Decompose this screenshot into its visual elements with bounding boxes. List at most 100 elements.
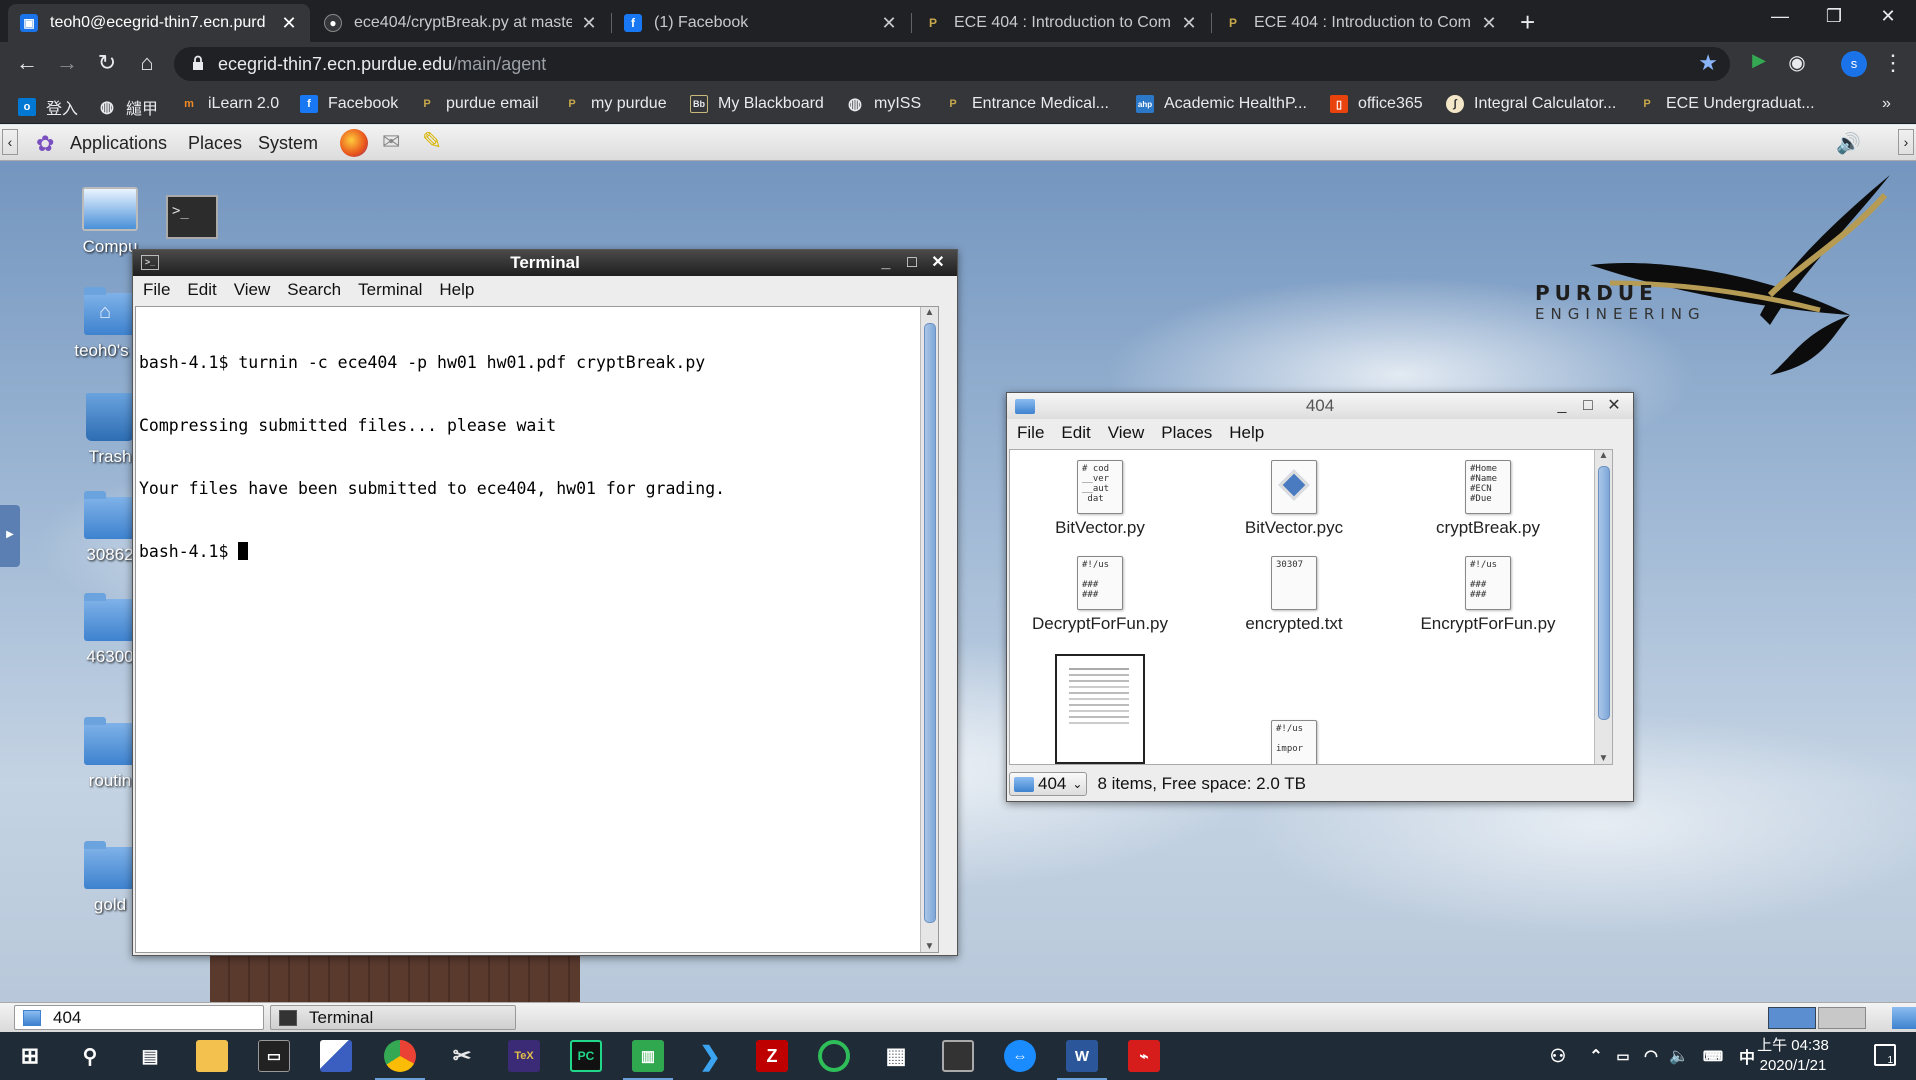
menu-help[interactable]: Help xyxy=(1229,423,1264,443)
bookmark-item[interactable]: ahp Academic HealthP... xyxy=(1136,95,1307,113)
file-view-scrollbar[interactable]: ▲ ▼ xyxy=(1594,450,1612,764)
address-bar[interactable]: ecegrid-thin7.ecn.purdue.edu/main/agent … xyxy=(174,47,1730,81)
bookmark-item[interactable]: P Entrance Medical... xyxy=(944,95,1109,113)
bookmark-item[interactable]: ▯ office365 xyxy=(1330,95,1423,113)
bookmark-item[interactable]: Bb My Blackboard xyxy=(690,95,824,113)
bookmarks-overflow-icon[interactable]: » xyxy=(1882,95,1891,113)
file-item[interactable]: #!/us impor xyxy=(1204,720,1384,764)
volume-icon[interactable]: 🔊 xyxy=(1836,131,1861,156)
close-icon[interactable]: ✕ xyxy=(927,250,949,276)
windows-start-icon[interactable]: ⊞ xyxy=(14,1040,46,1072)
volume-icon[interactable]: 🔈 xyxy=(1668,1040,1690,1072)
close-tab-icon[interactable]: ✕ xyxy=(280,13,298,34)
file-item[interactable]: 30307 encrypted.txt xyxy=(1204,556,1384,634)
tab-facebook[interactable]: f (1) Facebook ✕ xyxy=(612,4,910,42)
file-item[interactable]: BitVector.pyc xyxy=(1204,460,1384,538)
terminal-scrollbar[interactable]: ▲ ▼ xyxy=(920,307,938,952)
notes-icon[interactable]: ✎ xyxy=(422,127,442,156)
taskbar-button-terminal[interactable]: Terminal xyxy=(270,1005,516,1030)
menu-view[interactable]: View xyxy=(1108,423,1145,443)
location-dropdown[interactable]: 404 ⌄ xyxy=(1009,772,1088,796)
tab-ece404-2[interactable]: P ECE 404 : Introduction to Comp ✕ xyxy=(1212,4,1510,42)
terminal-taskbar-icon[interactable]: ▭ xyxy=(258,1040,290,1072)
more-menu-icon[interactable]: ⋮ xyxy=(1878,50,1908,76)
word-icon[interactable]: W xyxy=(1057,1040,1107,1080)
battery-icon[interactable]: ▭ xyxy=(1612,1040,1634,1072)
home-icon[interactable]: ⌂ xyxy=(132,50,162,76)
close-tab-icon[interactable]: ✕ xyxy=(1180,13,1198,34)
tab-ece404-1[interactable]: P ECE 404 : Introduction to Comp ✕ xyxy=(912,4,1210,42)
file-item[interactable]: #!/us ### ### EncryptForFun.py xyxy=(1398,556,1578,634)
file-manager-titlebar[interactable]: 404 _ □ ✕ xyxy=(1007,393,1633,419)
scroll-down-icon[interactable]: ▼ xyxy=(1595,753,1612,764)
menu-places[interactable]: Places xyxy=(1161,423,1212,443)
side-drawer-handle[interactable]: ▶ xyxy=(0,505,20,567)
filezilla-icon[interactable]: Z xyxy=(756,1040,788,1072)
menu-file[interactable]: File xyxy=(1017,423,1044,443)
trash-applet-icon[interactable] xyxy=(1892,1007,1916,1029)
places-menu[interactable]: Places xyxy=(188,133,242,154)
notification-icon[interactable]: 1 xyxy=(1874,1044,1896,1066)
bookmark-item[interactable]: f Facebook xyxy=(300,95,398,113)
scroll-up-icon[interactable]: ▲ xyxy=(921,307,938,318)
calculator-icon[interactable]: ▦ xyxy=(880,1040,912,1072)
close-icon[interactable]: ✕ xyxy=(1603,393,1625,419)
terminal-output[interactable]: bash-4.1$ turnin -c ece404 -p hw01 hw01.… xyxy=(135,306,939,953)
scrollbar-thumb[interactable] xyxy=(1598,466,1610,720)
menu-terminal[interactable]: Terminal xyxy=(358,280,422,300)
firefox-icon[interactable] xyxy=(340,129,368,157)
maximize-icon[interactable]: □ xyxy=(901,250,923,276)
applications-menu[interactable]: Applications xyxy=(70,133,167,154)
close-tab-icon[interactable]: ✕ xyxy=(1480,13,1498,34)
vscode-icon[interactable]: ❯ xyxy=(694,1040,726,1072)
wifi-icon[interactable]: ◠ xyxy=(1640,1040,1662,1072)
chrome-icon[interactable] xyxy=(375,1040,425,1080)
panel-left-arrow-icon[interactable]: ‹ xyxy=(2,129,18,155)
acrobat-icon[interactable]: ⌁ xyxy=(1128,1040,1160,1072)
bookmark-item[interactable]: Pmy purdue xyxy=(563,95,666,113)
texworks-icon[interactable]: TeX xyxy=(508,1040,540,1072)
maximize-icon[interactable]: □ xyxy=(1577,393,1599,419)
reload-icon[interactable]: ↻ xyxy=(92,50,122,76)
back-icon[interactable]: ← xyxy=(12,50,42,76)
file-item[interactable]: #!/us ### ### DecryptForFun.py xyxy=(1010,556,1190,634)
mail-icon[interactable]: ✉ xyxy=(382,129,400,155)
restore-icon[interactable]: ❐ xyxy=(1814,6,1854,27)
extension-icon-2[interactable]: ◉ xyxy=(1782,50,1812,75)
pycharm-icon[interactable]: PC xyxy=(570,1040,602,1072)
file-item[interactable] xyxy=(1010,654,1190,764)
menu-edit[interactable]: Edit xyxy=(187,280,216,300)
close-tab-icon[interactable]: ✕ xyxy=(580,13,598,34)
bookmark-item[interactable]: Ppurdue email xyxy=(418,95,538,113)
bookmark-item[interactable]: o 登入 xyxy=(18,95,78,119)
bookmark-item[interactable]: P ECE Undergraduat... xyxy=(1638,95,1814,113)
menu-search[interactable]: Search xyxy=(287,280,341,300)
bookmark-item[interactable]: m iLearn 2.0 xyxy=(180,95,279,113)
minimize-icon[interactable]: _ xyxy=(1551,393,1573,419)
tab-remote-desktop[interactable]: ▣ teoh0@ecegrid-thin7.ecn.purd ✕ xyxy=(8,4,310,42)
menu-file[interactable]: File xyxy=(143,280,170,300)
scroll-up-icon[interactable]: ▲ xyxy=(1595,450,1612,461)
sync-icon[interactable] xyxy=(818,1040,850,1072)
menu-help[interactable]: Help xyxy=(439,280,474,300)
workspace-2[interactable] xyxy=(1818,1007,1866,1029)
keyboard-icon[interactable]: ⌨ xyxy=(1698,1040,1728,1072)
desktop-icon-computer[interactable]: Compu xyxy=(65,187,155,257)
taskbar-button-404[interactable]: 404 xyxy=(14,1005,264,1030)
menu-view[interactable]: View xyxy=(234,280,271,300)
desktop-icon-terminal[interactable]: >_ xyxy=(162,195,222,239)
bookmark-item[interactable]: ◍ myISS xyxy=(846,95,921,113)
menu-edit[interactable]: Edit xyxy=(1061,423,1090,443)
chevron-up-icon[interactable]: ⌃ xyxy=(1586,1040,1606,1072)
tab-github[interactable]: ● ece404/cryptBreak.py at maste ✕ xyxy=(312,4,610,42)
people-icon[interactable]: ⚇ xyxy=(1542,1040,1574,1072)
system-menu[interactable]: System xyxy=(258,133,318,154)
bookmark-item[interactable]: ◍ 繾甲 xyxy=(98,95,158,119)
terminal-titlebar[interactable]: >_ Terminal _ □ ✕ xyxy=(133,250,957,276)
scrollbar-thumb[interactable] xyxy=(924,323,936,923)
file-explorer-icon[interactable] xyxy=(196,1040,228,1072)
workspace-1[interactable] xyxy=(1768,1007,1816,1029)
bookmark-star-icon[interactable]: ★ xyxy=(1698,50,1718,76)
minimize-icon[interactable]: — xyxy=(1760,6,1800,27)
app-icon[interactable] xyxy=(320,1040,352,1072)
